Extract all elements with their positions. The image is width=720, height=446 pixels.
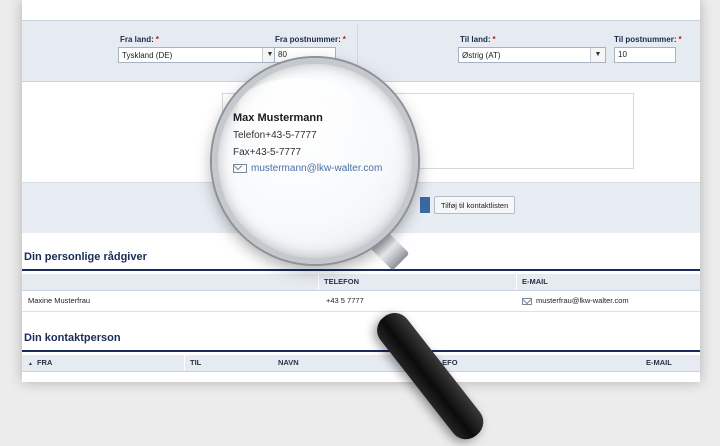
advisor-email-cell[interactable]: musterfrau@lkw-walter.com — [522, 291, 629, 311]
column-header-from[interactable]: ▲ FRA — [28, 355, 52, 372]
advisor-section-title: Din personlige rådgiver — [24, 251, 147, 263]
from-country-select[interactable]: Tyskland (DE) ▼ — [118, 47, 278, 63]
add-to-contacts-button[interactable]: Tilføj til kontaktlisten — [434, 196, 516, 214]
magnifier-lens: Max Mustermann Telefon+43-5-7777 Fax+43-… — [212, 58, 418, 264]
column-header-email[interactable]: E-MAIL — [646, 355, 672, 371]
to-postal-input[interactable]: 10 — [614, 47, 676, 63]
table-row: Maxine Musterfrau +43 5 7777 musterfrau@… — [22, 291, 700, 312]
from-postal-label: Fra postnummer: * — [275, 35, 346, 44]
mail-icon — [522, 297, 532, 305]
to-postal-label: Til postnummer: * — [614, 35, 682, 44]
advisor-table-header: TELEFON E-MAIL — [22, 274, 700, 291]
contact-table-header: ▲ FRA TIL NAVN TELEFO E-MAIL — [22, 355, 700, 372]
column-separator — [318, 274, 319, 290]
to-country-label: Til land: * — [460, 35, 496, 44]
column-header-name[interactable]: NAVN — [278, 355, 299, 371]
lens-glare — [238, 78, 358, 138]
column-separator — [184, 355, 185, 371]
advisor-email[interactable]: musterfrau@lkw-walter.com — [536, 296, 629, 305]
advisor-section-rule — [22, 269, 700, 271]
chevron-down-icon: ▼ — [590, 48, 605, 62]
contact-section-rule — [22, 350, 700, 352]
from-country-label: Fra land: * — [120, 35, 159, 44]
advisor-name: Maxine Musterfrau — [28, 296, 91, 305]
advisor-phone: +43 5 7777 — [326, 296, 364, 305]
button-accent — [420, 197, 430, 213]
column-header-email[interactable]: E-MAIL — [522, 274, 548, 290]
column-separator — [516, 274, 517, 290]
column-header-phone[interactable]: TELEFON — [324, 274, 359, 290]
contact-phone: Telefon+43-5-7777 — [233, 130, 317, 141]
contact-name: Max Mustermann — [233, 112, 323, 124]
column-header-to[interactable]: TIL — [190, 355, 201, 371]
mail-icon — [233, 163, 247, 173]
contact-fax: Fax+43-5-7777 — [233, 147, 302, 158]
contact-section-title: Din kontaktperson — [24, 332, 121, 344]
to-country-select[interactable]: Østrig (AT) ▼ — [458, 47, 606, 63]
contact-email-link[interactable]: mustermann@lkw-walter.com — [233, 163, 382, 174]
sort-up-icon: ▲ — [28, 361, 33, 367]
